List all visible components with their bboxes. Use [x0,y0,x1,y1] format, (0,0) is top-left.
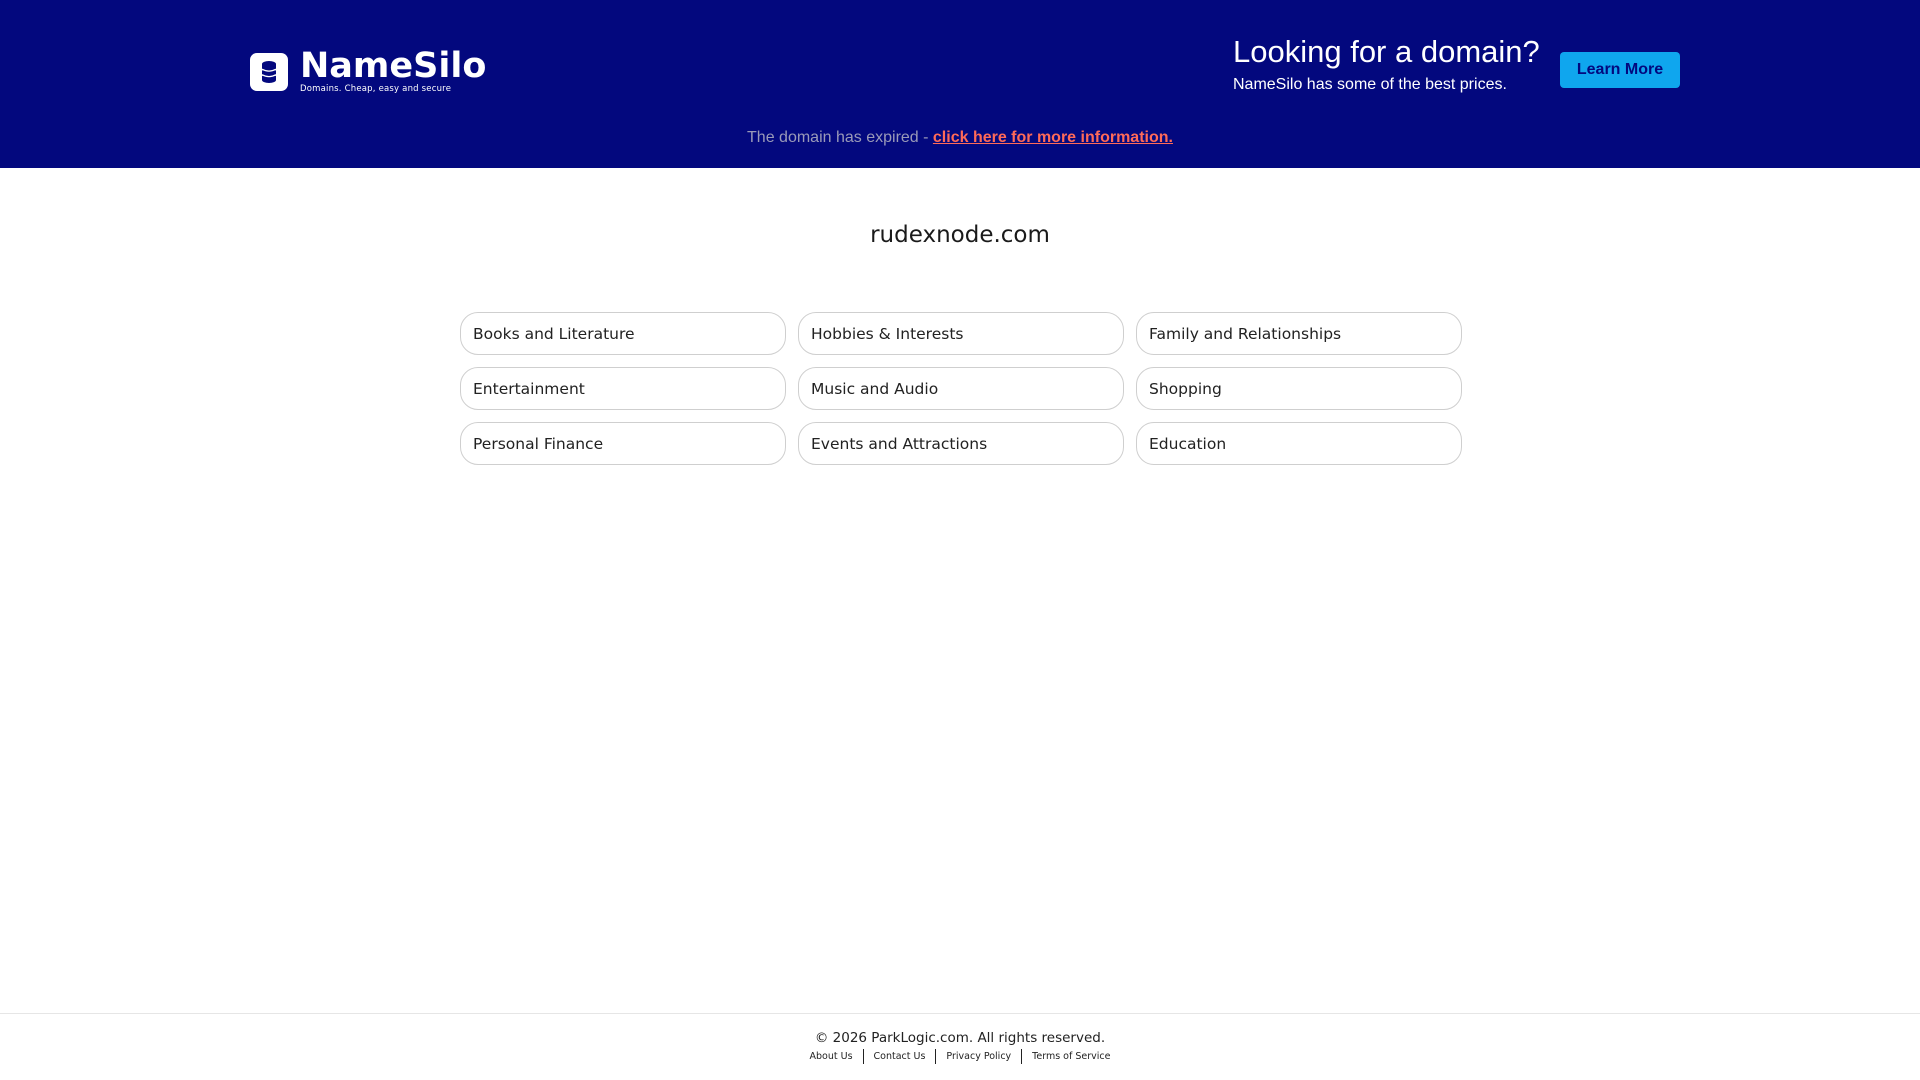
category-link[interactable]: Entertainment [460,367,786,410]
footer-link-about[interactable]: About Us [800,1050,863,1064]
logo-text: NameSilo Domains. Cheap, easy and secure [300,49,486,95]
category-link[interactable]: Events and Attractions [798,422,1124,465]
database-icon [250,53,288,91]
category-link[interactable]: Education [1136,422,1462,465]
category-link[interactable]: Music and Audio [798,367,1124,410]
category-link[interactable]: Personal Finance [460,422,786,465]
category-grid: Books and Literature Hobbies & Interests… [460,312,1462,465]
expired-notice-text: The domain has expired - [747,129,933,146]
learn-more-button[interactable]: Learn More [1560,52,1680,88]
footer-links: About Us Contact Us Privacy Policy Terms… [0,1049,1920,1064]
domain-name: rudexnode.com [870,222,1050,248]
namesilo-logo[interactable]: NameSilo Domains. Cheap, easy and secure [250,49,486,95]
more-info-link[interactable]: click here for more information. [933,129,1173,146]
copyright-text: © 2026 ParkLogic.com. All rights reserve… [814,1030,1106,1046]
footer-link-contact[interactable]: Contact Us [864,1050,936,1064]
footer-link-privacy[interactable]: Privacy Policy [936,1050,1021,1064]
expired-notice: The domain has expired - click here for … [0,128,1920,148]
logo-name: NameSilo [300,46,487,86]
promo-subtitle: NameSilo has some of the best prices. [1233,76,1507,93]
category-link[interactable]: Hobbies & Interests [798,312,1124,355]
logo-tagline: Domains. Cheap, easy and secure [300,84,452,94]
promo-title: Looking for a domain? [1233,34,1540,69]
footer-link-terms[interactable]: Terms of Service [1022,1050,1120,1064]
category-link[interactable]: Family and Relationships [1136,312,1462,355]
category-link[interactable]: Books and Literature [460,312,786,355]
promo-block: Looking for a domain? NameSilo has some … [1233,33,1540,95]
header-bar: NameSilo Domains. Cheap, easy and secure… [0,0,1920,168]
category-link[interactable]: Shopping [1136,367,1462,410]
footer: © 2026 ParkLogic.com. All rights reserve… [0,1013,1920,1080]
